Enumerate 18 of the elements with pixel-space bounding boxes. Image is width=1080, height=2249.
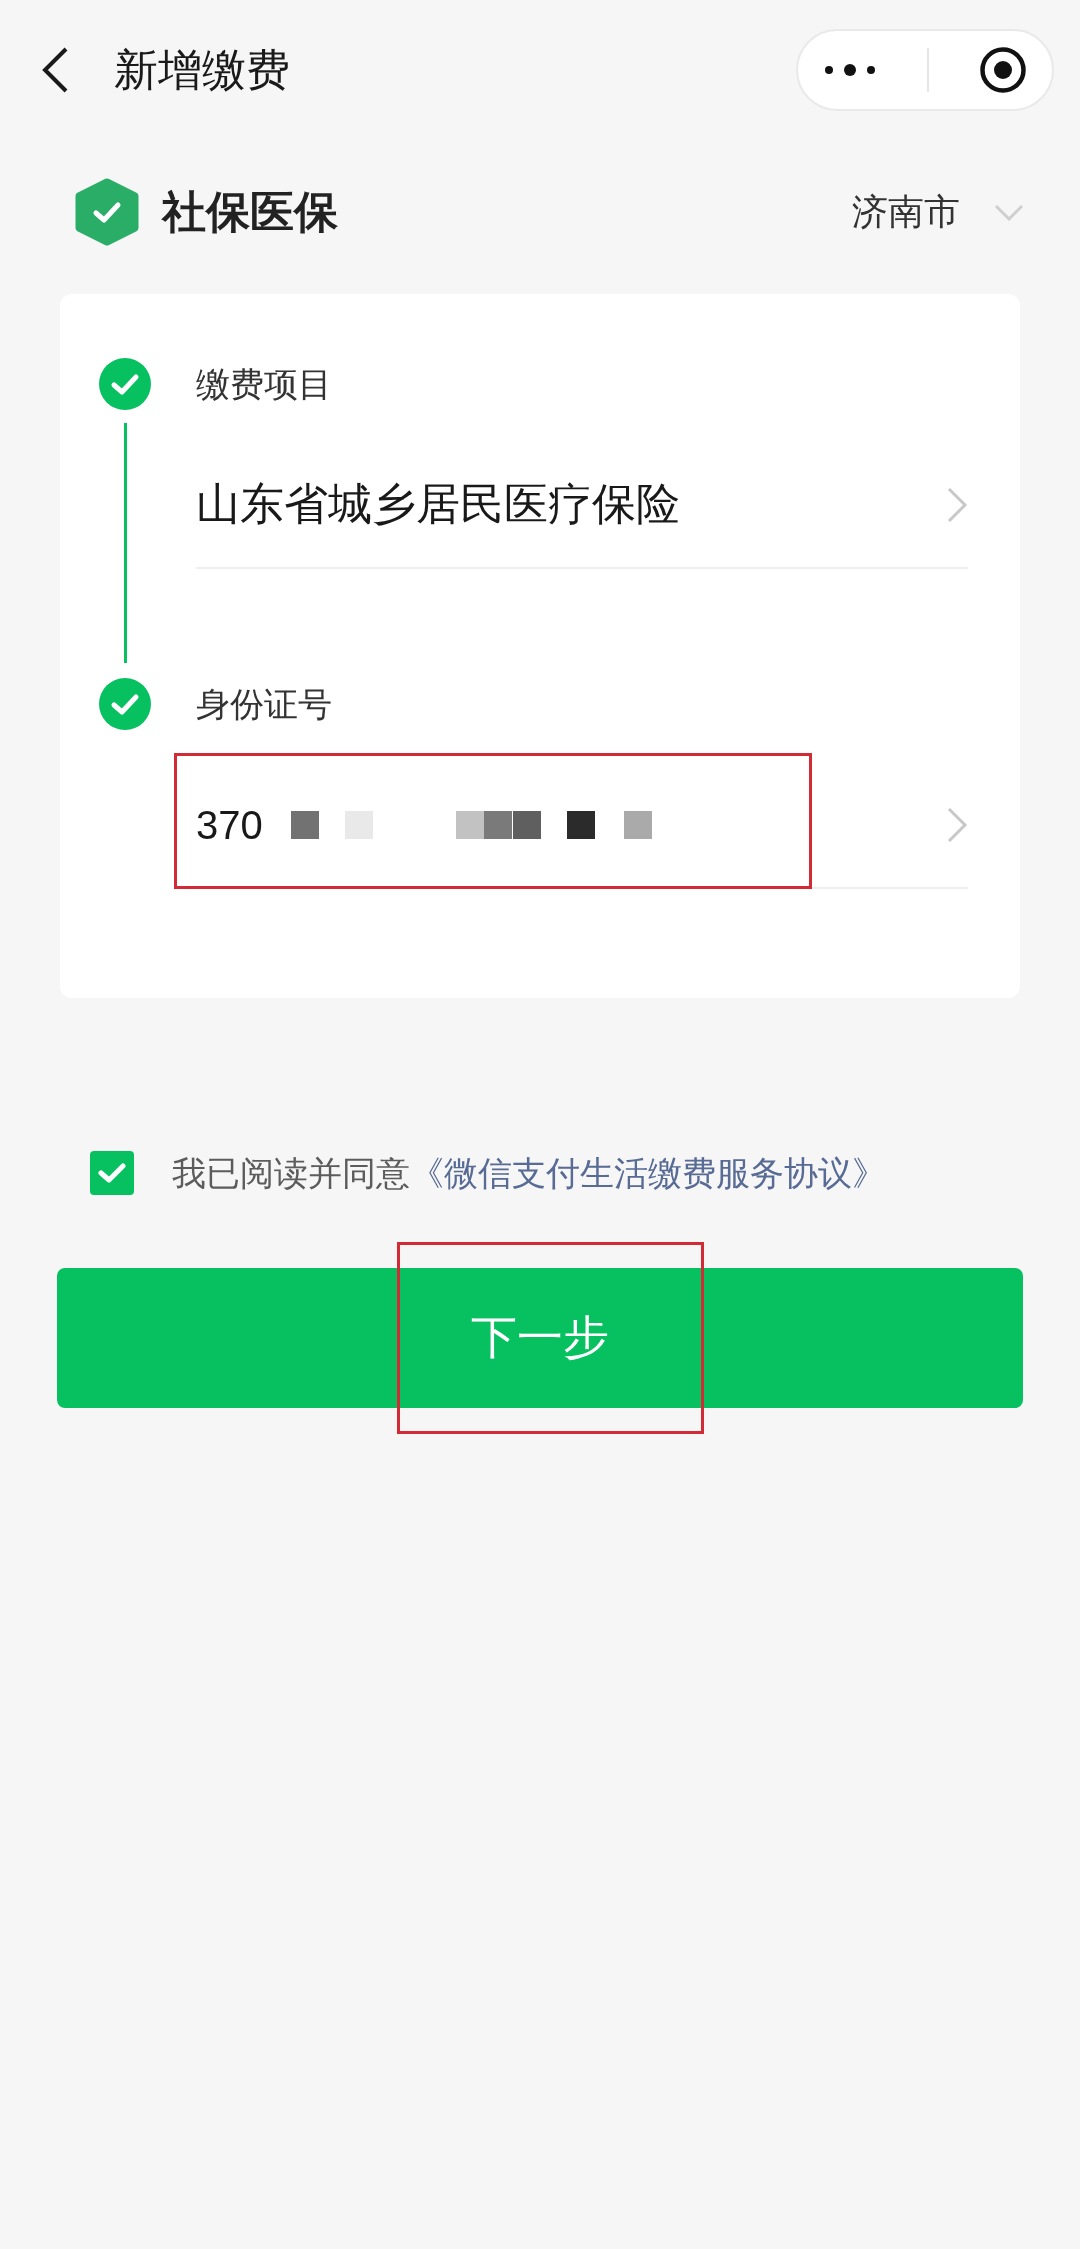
back-icon[interactable] <box>40 46 70 94</box>
agreement-link[interactable]: 《微信支付生活缴费服务协议》 <box>410 1154 886 1192</box>
city-dropdown[interactable]: 济南市 <box>852 187 1024 237</box>
agreement-text: 我已阅读并同意《微信支付生活缴费服务协议》 <box>172 1153 886 1194</box>
step-label: 身份证号 <box>196 684 333 725</box>
page-title: 新增缴费 <box>114 43 290 96</box>
check-icon <box>98 1162 126 1185</box>
more-icon[interactable] <box>823 63 876 77</box>
select-row[interactable]: 370 <box>196 730 968 889</box>
select-row[interactable]: 山东省城乡居民医疗保险 <box>196 410 968 569</box>
shield-check-icon <box>75 178 139 246</box>
chevron-down-icon <box>994 203 1024 221</box>
section-title: 社保医保 <box>162 185 338 238</box>
close-icon[interactable] <box>980 47 1027 93</box>
step-label: 缴费项目 <box>196 364 333 405</box>
chevron-right-icon <box>946 805 968 844</box>
checkbox[interactable] <box>90 1151 134 1196</box>
chevron-right-icon <box>946 485 968 524</box>
